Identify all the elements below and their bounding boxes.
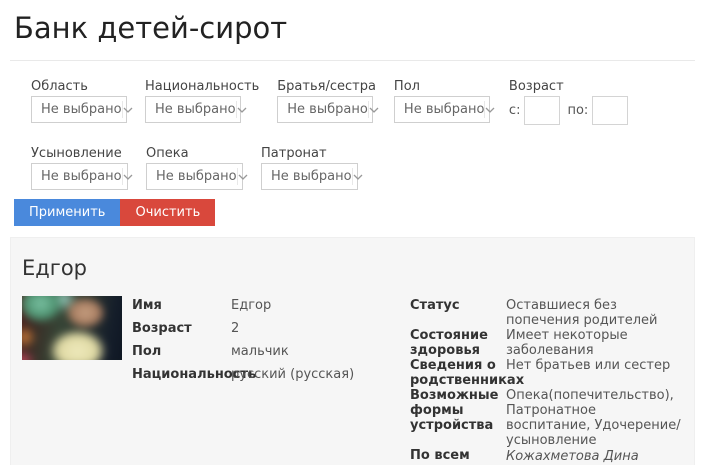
filters-panel: Область Не выбрано Национальность Не выб…	[0, 61, 705, 190]
age-inputs: с: по:	[509, 96, 628, 125]
siblings-select-value: Не выбрано	[278, 102, 368, 117]
detail-label: Состояние здоровья	[410, 328, 506, 358]
detail-row: Сведения о родственниках Нет братьев или…	[410, 358, 684, 388]
detail-value: русский (русская)	[231, 367, 354, 382]
filter-row-2: Усыновление Не выбрано Опека Не выбрано	[31, 146, 705, 190]
child-name-heading: Едгор	[22, 256, 683, 280]
detail-value: Имеет некоторые заболевания	[506, 328, 684, 358]
child-details-left: Имя Едгор Возраст 2 Пол мальчик Национал…	[132, 296, 410, 390]
chevron-down-icon	[236, 101, 247, 118]
nationality-select[interactable]: Не выбрано	[145, 96, 241, 123]
detail-value: Едгор	[231, 298, 271, 313]
adoption-label: Усыновление	[31, 146, 128, 161]
child-photo-image	[22, 296, 122, 360]
chevron-down-icon	[368, 101, 379, 118]
detail-row: По всем вопросам обращаться Кожахметова …	[410, 448, 684, 465]
detail-row: Состояние здоровья Имеет некоторые забол…	[410, 328, 684, 358]
guardianship-select[interactable]: Не выбрано	[146, 163, 243, 190]
filter-group-patronage: Патронат Не выбрано	[261, 146, 358, 190]
age-to-label: по:	[567, 103, 588, 118]
filter-actions: Применить Очистить	[14, 199, 705, 226]
gender-select[interactable]: Не выбрано	[394, 96, 490, 123]
filter-group-guardianship: Опека Не выбрано	[146, 146, 243, 190]
detail-label: Национальность	[132, 367, 231, 382]
detail-value: Оставшиеся без попечения родителей	[506, 298, 684, 328]
detail-row: Имя Едгор	[132, 298, 410, 313]
contact-persons-value: Кожахметова Дина Тулюбаевна, Билялова Ай…	[506, 448, 684, 465]
chevron-down-icon	[237, 168, 248, 185]
detail-label: Имя	[132, 298, 231, 313]
child-details-right: Статус Оставшиеся без попечения родителе…	[410, 296, 684, 465]
guardianship-label: Опека	[146, 146, 243, 161]
age-to-input[interactable]	[592, 96, 628, 125]
detail-value: Опека(попечительство), Патронатное воспи…	[506, 388, 684, 448]
gender-label: Пол	[394, 79, 490, 94]
filter-row-1: Область Не выбрано Национальность Не выб…	[31, 79, 705, 125]
age-from-label: с:	[509, 103, 521, 118]
detail-row: Статус Оставшиеся без попечения родителе…	[410, 298, 684, 328]
siblings-select[interactable]: Не выбрано	[277, 96, 373, 123]
detail-row: Возможные формы устройства Опека(попечит…	[410, 388, 684, 448]
guardianship-select-value: Не выбрано	[147, 169, 237, 184]
patronage-label: Патронат	[261, 146, 358, 161]
patronage-select[interactable]: Не выбрано	[261, 163, 358, 190]
detail-label: Возраст	[132, 321, 231, 336]
clear-button[interactable]: Очистить	[120, 199, 215, 226]
filter-group-gender: Пол Не выбрано	[394, 79, 490, 123]
adoption-select[interactable]: Не выбрано	[31, 163, 128, 190]
siblings-label: Братья/сестра	[277, 79, 376, 94]
chevron-down-icon	[122, 101, 133, 118]
child-photo	[22, 296, 122, 360]
adoption-select-value: Не выбрано	[32, 169, 122, 184]
age-label: Возраст	[509, 79, 628, 94]
detail-label: Статус	[410, 298, 506, 328]
detail-row: Возраст 2	[132, 321, 410, 336]
filter-group-nationality: Национальность Не выбрано	[145, 79, 259, 123]
chevron-down-icon	[352, 168, 363, 185]
age-from-input[interactable]	[524, 96, 560, 125]
orphan-bank-page: Банк детей-сирот Область Не выбрано Наци…	[0, 11, 705, 465]
detail-label: Возможные формы устройства	[410, 388, 506, 448]
patronage-select-value: Не выбрано	[262, 169, 352, 184]
detail-row: Национальность русский (русская)	[132, 367, 410, 382]
detail-row: Пол мальчик	[132, 344, 410, 359]
filter-group-adoption: Усыновление Не выбрано	[31, 146, 128, 190]
filter-group-region: Область Не выбрано	[31, 79, 127, 123]
chevron-down-icon	[484, 101, 495, 118]
detail-label: По всем вопросам обращаться	[410, 448, 506, 465]
region-select-value: Не выбрано	[32, 102, 122, 117]
region-select[interactable]: Не выбрано	[31, 96, 127, 123]
filter-group-siblings: Братья/сестра Не выбрано	[277, 79, 376, 123]
detail-value: мальчик	[231, 344, 289, 359]
filter-group-age: Возраст с: по:	[509, 79, 628, 125]
child-card-body: Имя Едгор Возраст 2 Пол мальчик Национал…	[22, 296, 683, 465]
nationality-select-value: Не выбрано	[146, 102, 236, 117]
nationality-label: Национальность	[145, 79, 259, 94]
detail-label: Пол	[132, 344, 231, 359]
child-result-card: Едгор Имя Едгор Возраст 2 Пол мальчик	[10, 237, 695, 465]
detail-value: Нет братьев или сестер	[506, 358, 684, 388]
apply-button[interactable]: Применить	[14, 199, 120, 226]
chevron-down-icon	[122, 168, 133, 185]
region-label: Область	[31, 79, 127, 94]
detail-value: 2	[231, 321, 239, 336]
detail-label: Сведения о родственниках	[410, 358, 506, 388]
page-title: Банк детей-сирот	[14, 11, 705, 45]
gender-select-value: Не выбрано	[395, 102, 485, 117]
